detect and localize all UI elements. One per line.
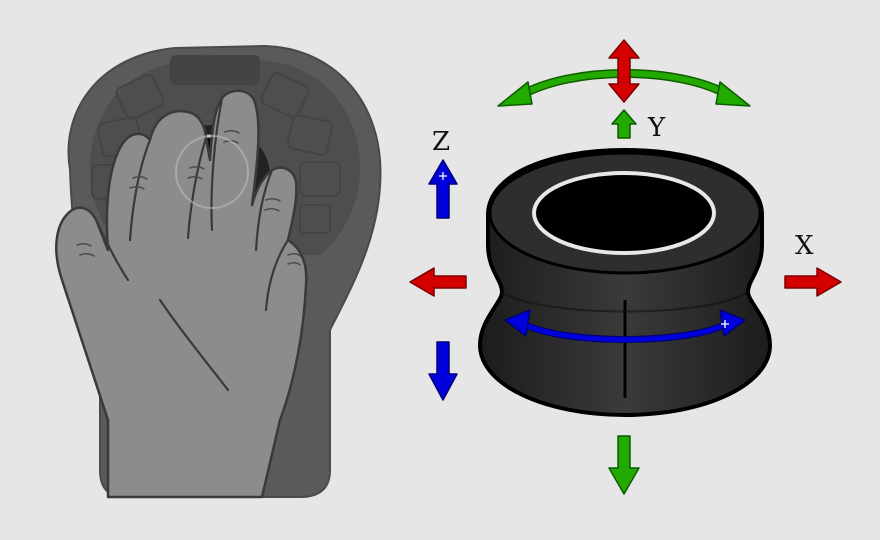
y-up-arrow bbox=[611, 109, 637, 139]
diagram-stage: X Y Z bbox=[0, 0, 880, 540]
green-arc-right-head bbox=[715, 81, 751, 107]
hand-on-controller-illustration bbox=[55, 44, 382, 499]
green-arc-left-head bbox=[497, 81, 533, 107]
z-axis-label: Z bbox=[432, 127, 450, 157]
z-up-arrow bbox=[428, 159, 458, 219]
x-positive-arrow bbox=[784, 267, 842, 297]
y-axis-label: Y bbox=[647, 113, 666, 143]
z-down-arrow bbox=[428, 341, 458, 401]
y-down-arrow bbox=[608, 435, 640, 495]
cap-top-ring bbox=[532, 171, 716, 255]
x-negative-arrow bbox=[409, 267, 467, 297]
controller-cap-illustration bbox=[478, 148, 772, 417]
x-axis-label: X bbox=[795, 231, 814, 261]
controller-axes-diagram: X Y Z bbox=[55, 39, 842, 499]
